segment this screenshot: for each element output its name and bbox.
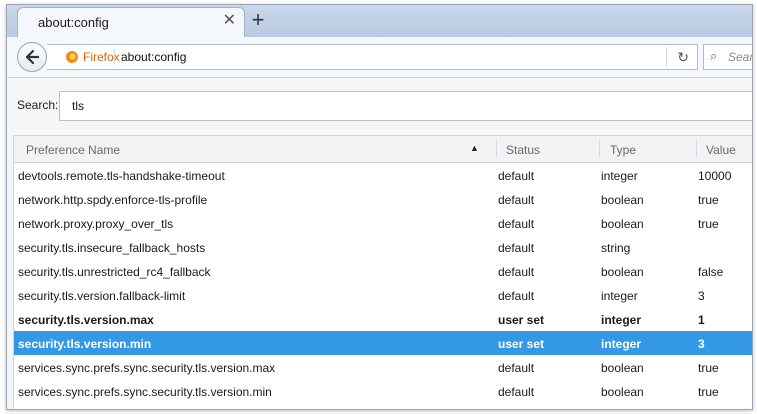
value-cell: true — [698, 217, 719, 231]
table-row[interactable]: security.tls.insecure_fallback_hosts defa… — [14, 235, 752, 259]
preference-search-value: tls — [72, 99, 84, 113]
reload-separator — [666, 47, 667, 67]
preference-name-cell: security.tls.insecure_fallback_hosts — [18, 241, 206, 255]
url-bar[interactable]: Firefox about:config ↻ — [47, 44, 698, 70]
table-header: Preference Name ▲ Status Type Value — [14, 136, 752, 163]
type-cell: integer — [601, 169, 638, 183]
table-row[interactable]: network.proxy.proxy_over_tls default boole… — [14, 211, 752, 235]
sort-descending-icon: ▲ — [470, 143, 479, 153]
navigation-bar: Firefox about:config ↻ ⌕ Sear — [7, 37, 752, 78]
type-cell: integer — [601, 289, 638, 303]
value-cell: true — [698, 385, 719, 399]
type-cell: boolean — [601, 385, 644, 399]
column-divider[interactable] — [496, 140, 497, 158]
preference-name-cell: services.sync.prefs.sync.security.tls.ve… — [18, 361, 276, 375]
table-row[interactable]: security.tls.version.min user set integer 3 — [14, 331, 752, 355]
reload-icon[interactable]: ↻ — [677, 49, 689, 65]
search-icon: ⌕ — [710, 48, 718, 63]
column-header-status[interactable]: Status — [506, 143, 540, 157]
type-cell: boolean — [601, 217, 644, 231]
plus-icon[interactable]: + — [247, 8, 269, 32]
status-cell: default — [498, 193, 535, 207]
status-cell: default — [498, 265, 535, 279]
type-cell: boolean — [601, 361, 644, 375]
value-cell: 1 — [698, 313, 705, 327]
preference-search-input[interactable]: tls — [59, 91, 752, 121]
back-arrow-icon — [25, 49, 40, 65]
preference-name-cell: network.proxy.proxy_over_tls — [18, 217, 174, 231]
preference-name-cell: devtools.remote.tls-handshake-timeout — [18, 169, 225, 183]
column-header-value[interactable]: Value — [706, 143, 736, 157]
url-separator — [114, 49, 115, 65]
preference-name-cell: security.tls.unrestricted_rc4_fallback — [18, 265, 211, 279]
status-cell: user set — [498, 337, 545, 351]
table-row[interactable]: services.sync.prefs.sync.security.tls.ve… — [14, 355, 752, 379]
value-cell: true — [698, 361, 719, 375]
browser-window: about:config ✕ + Firefox about:config ↻ — [6, 4, 753, 410]
value-cell: 3 — [698, 289, 705, 303]
value-cell: true — [698, 193, 719, 207]
preference-search-row: Search: tls — [7, 78, 752, 128]
web-search-placeholder: Sear — [728, 50, 753, 64]
preference-name-cell: services.sync.prefs.sync.security.tls.ve… — [18, 385, 272, 399]
status-cell: default — [498, 385, 535, 399]
firefox-logo-icon — [66, 51, 78, 63]
status-cell: default — [498, 217, 535, 231]
url-text[interactable]: about:config — [121, 50, 186, 64]
table-row[interactable]: devtools.remote.tls-handshake-timeout def… — [14, 163, 752, 187]
web-search-box[interactable]: ⌕ Sear — [703, 44, 753, 70]
tab-about-config[interactable]: about:config ✕ — [17, 7, 245, 38]
status-cell: default — [498, 241, 535, 255]
status-cell: default — [498, 361, 535, 375]
column-divider[interactable] — [599, 140, 600, 158]
value-cell: false — [698, 265, 724, 279]
value-cell: 3 — [698, 337, 705, 351]
type-cell: integer — [601, 313, 642, 327]
column-header-type[interactable]: Type — [610, 143, 636, 157]
preference-name-cell: security.tls.version.max — [18, 313, 154, 327]
table-row[interactable]: network.http.spdy.enforce-tls-profile def… — [14, 187, 752, 211]
about-config-page: Search: tls Preference Name ▲ Status Typ… — [7, 78, 752, 409]
column-divider[interactable] — [696, 140, 697, 158]
value-cell: 10000 — [698, 169, 732, 183]
type-cell: string — [601, 241, 631, 255]
column-header-preference-name[interactable]: Preference Name — [26, 143, 120, 157]
status-cell: default — [498, 289, 535, 303]
table-row[interactable]: services.sync.prefs.sync.security.tls.ve… — [14, 379, 752, 403]
search-label: Search: — [17, 98, 59, 112]
preference-name-cell: security.tls.version.min — [18, 337, 152, 351]
type-cell: boolean — [601, 265, 644, 279]
preference-name-cell: security.tls.version.fallback-limit — [18, 289, 186, 303]
table-row[interactable]: security.tls.version.fallback-limit defau… — [14, 283, 752, 307]
close-icon[interactable]: ✕ — [223, 13, 236, 29]
tab-title: about:config — [38, 15, 109, 30]
identity-box[interactable]: Firefox — [51, 49, 120, 65]
status-cell: user set — [498, 313, 545, 327]
table-row[interactable]: security.tls.version.max user set integer 1 — [14, 307, 752, 331]
tab-strip: about:config ✕ + — [7, 5, 752, 38]
back-button[interactable] — [17, 42, 47, 72]
table-row[interactable]: security.tls.unrestricted_rc4_fallback de… — [14, 259, 752, 283]
preferences-table: Preference Name ▲ Status Type Value devt… — [13, 135, 752, 409]
status-cell: default — [498, 169, 535, 183]
type-cell: integer — [601, 337, 642, 351]
preference-name-cell: network.http.spdy.enforce-tls-profile — [18, 193, 208, 207]
type-cell: boolean — [601, 193, 644, 207]
